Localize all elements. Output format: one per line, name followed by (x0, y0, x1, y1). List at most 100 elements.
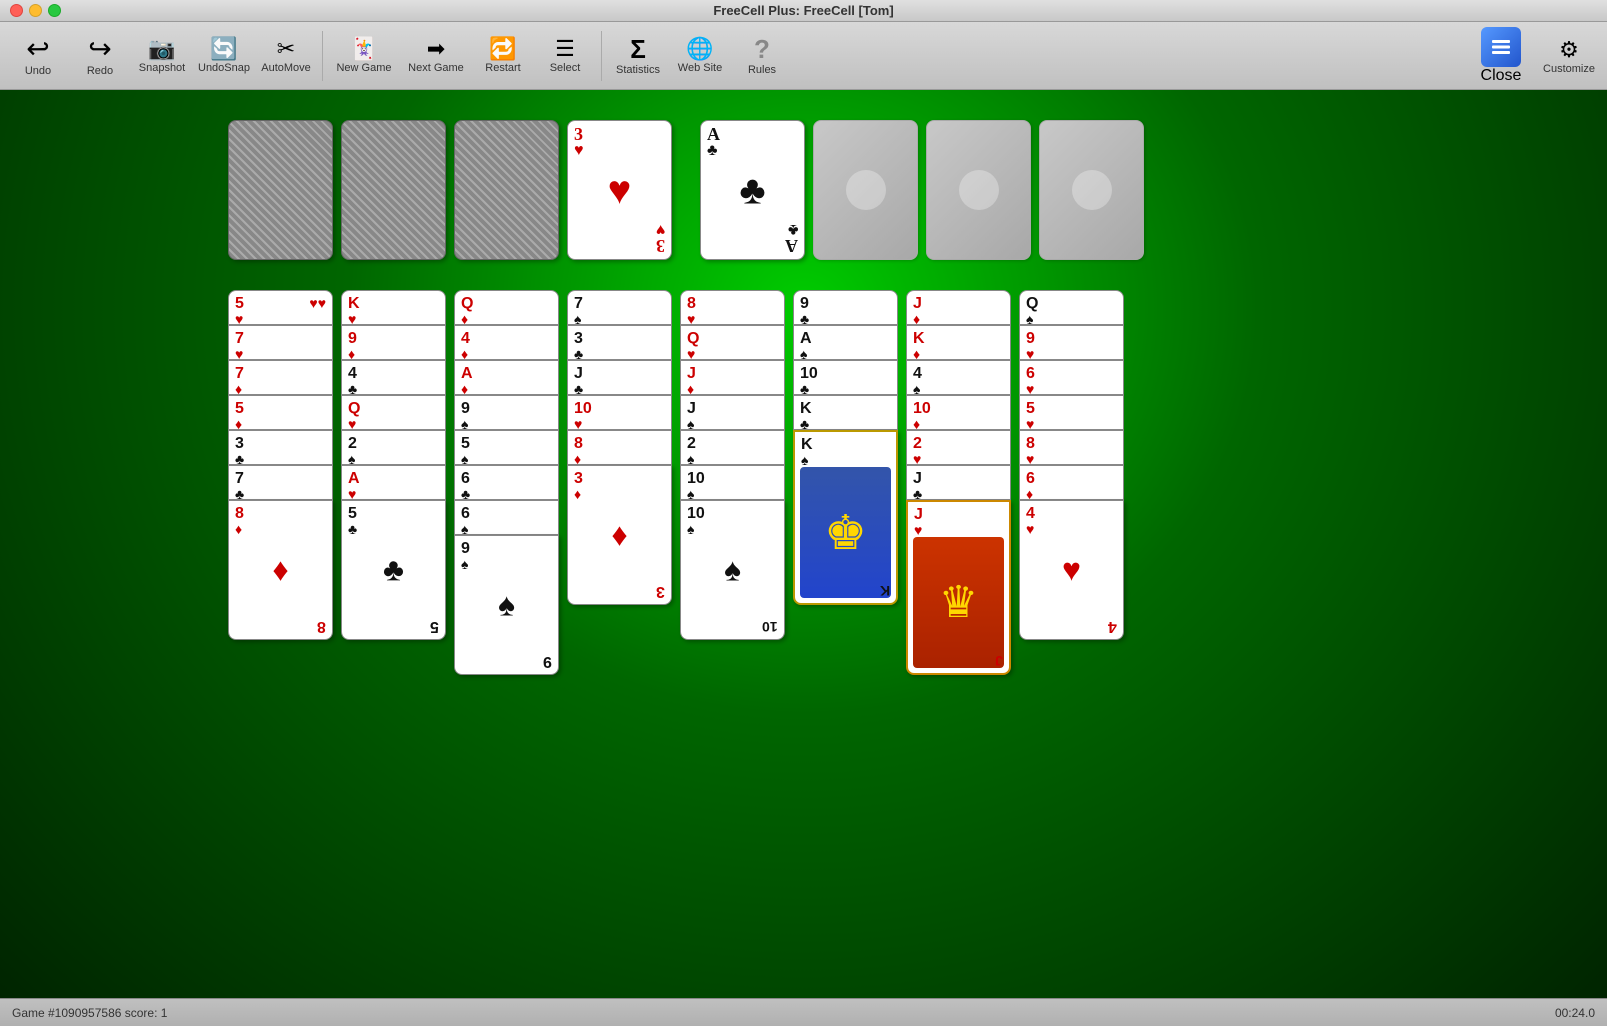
freecell-1[interactable] (228, 120, 333, 260)
undo-icon: ↩ (26, 35, 49, 63)
col2-card-3[interactable]: 4 ♣ (341, 360, 446, 395)
col3-card-5[interactable]: 5 ♠ (454, 430, 559, 465)
freecell-3[interactable] (454, 120, 559, 260)
col6-card-1[interactable]: 9 ♣ (793, 290, 898, 325)
maximize-traffic-light[interactable] (48, 4, 61, 17)
col7-card-5[interactable]: 2 ♥ (906, 430, 1011, 465)
col4-card-4[interactable]: 10 ♥ (567, 395, 672, 430)
col1-card-2[interactable]: 7 ♥ (228, 325, 333, 360)
col1-card-6[interactable]: 7 ♣ (228, 465, 333, 500)
col1-card-4[interactable]: 5 ♦ (228, 395, 333, 430)
undosnap-button[interactable]: 🔄 UndoSnap (194, 27, 254, 85)
col6-card-5[interactable]: K ♠ ♚ K (793, 430, 898, 605)
col2-card-5[interactable]: 2 ♠ (341, 430, 446, 465)
col8-card-1[interactable]: Q ♠ (1019, 290, 1124, 325)
col3-card-7[interactable]: 6 ♠ (454, 500, 559, 535)
col3-card-1[interactable]: Q ♦ (454, 290, 559, 325)
col2-card-1[interactable]: K ♥ (341, 290, 446, 325)
snapshot-button[interactable]: 📷 Snapshot (132, 27, 192, 85)
col5-card-4[interactable]: J ♠ (680, 395, 785, 430)
card-center: ♥ (608, 167, 632, 214)
undo-button[interactable]: ↩ Undo (8, 27, 68, 85)
col2-card-2[interactable]: 9 ♦ (341, 325, 446, 360)
column-6: 9 ♣ A ♠ 10 ♣ K ♣ K ♠ (793, 290, 898, 690)
column-3: Q ♦ 4 ♦ A ♦ 9 ♠ 5 ♠ (454, 290, 559, 690)
close-button[interactable]: Close (1467, 27, 1535, 85)
col3-card-4[interactable]: 9 ♠ (454, 395, 559, 430)
foundation-1-card[interactable]: A ♣ ♣ A ♣ (700, 120, 805, 260)
window-title: FreeCell Plus: FreeCell [Tom] (713, 3, 893, 18)
col5-card-7[interactable]: 10 ♠ 10 ♠ (680, 500, 785, 640)
toolbar: ↩ Undo ↪ Redo 📷 Snapshot 🔄 UndoSnap ✂ Au… (0, 22, 1607, 90)
foundation-2[interactable] (813, 120, 918, 260)
rules-button[interactable]: ? Rules (732, 27, 792, 85)
card-suit-tl: ♥ (574, 143, 584, 159)
col1-card-1[interactable]: 5 ♥ ♥♥ (228, 290, 333, 325)
new-game-button[interactable]: 🃏 New Game (329, 27, 399, 85)
col1-card-5[interactable]: 3 ♣ (228, 430, 333, 465)
col7-card-4[interactable]: 10 ♦ (906, 395, 1011, 430)
col5-card-5[interactable]: 2 ♠ (680, 430, 785, 465)
col7-card-6[interactable]: J ♣ (906, 465, 1011, 500)
col8-card-6[interactable]: 6 ♦ (1019, 465, 1124, 500)
col1-card-7[interactable]: 8 ♦ 8 ♦ (228, 500, 333, 640)
minimize-traffic-light[interactable] (29, 4, 42, 17)
col8-card-2[interactable]: 9 ♥ (1019, 325, 1124, 360)
col3-card-3[interactable]: A ♦ (454, 360, 559, 395)
col7-card-3[interactable]: 4 ♠ (906, 360, 1011, 395)
col5-card-1[interactable]: 8 ♥ (680, 290, 785, 325)
col8-card-4[interactable]: 5 ♥ (1019, 395, 1124, 430)
restart-button[interactable]: 🔁 Restart (473, 27, 533, 85)
col2-card-4[interactable]: Q ♥ (341, 395, 446, 430)
column-4: 7 ♠ 3 ♣ J ♣ 10 ♥ 8 ♦ (567, 290, 672, 690)
col4-card-2[interactable]: 3 ♣ (567, 325, 672, 360)
website-button[interactable]: 🌐 Web Site (670, 27, 730, 85)
customize-icon: ⚙ (1559, 37, 1579, 63)
rules-label: Rules (748, 64, 776, 76)
freecell-2[interactable] (341, 120, 446, 260)
column-2: K ♥ 9 ♦ 4 ♣ Q ♥ 2 ♠ (341, 290, 446, 690)
statistics-icon: Σ (630, 36, 646, 62)
card-value-tl: 3 (574, 125, 583, 143)
col2-card-7[interactable]: 5 ♣ 5 ♣ (341, 500, 446, 640)
card-value-br: 3 (656, 237, 665, 255)
foundation-4[interactable] (1039, 120, 1144, 260)
select-icon: ☰ (555, 38, 575, 60)
col6-card-4[interactable]: K ♣ (793, 395, 898, 430)
col7-card-1[interactable]: J ♦ (906, 290, 1011, 325)
col6-card-3[interactable]: 10 ♣ (793, 360, 898, 395)
newgame-icon: 🃏 (350, 38, 377, 60)
redo-button[interactable]: ↪ Redo (70, 27, 130, 85)
col4-card-3[interactable]: J ♣ (567, 360, 672, 395)
col6-card-2[interactable]: A ♠ (793, 325, 898, 360)
customize-button[interactable]: ⚙ Customize (1539, 27, 1599, 85)
col7-card-2[interactable]: K ♦ (906, 325, 1011, 360)
col4-card-6[interactable]: 3 ♦ 3 ♦ (567, 465, 672, 605)
foundations: A ♣ ♣ A ♣ (700, 120, 1144, 260)
automove-button[interactable]: ✂ AutoMove (256, 27, 316, 85)
col4-card-5[interactable]: 8 ♦ (567, 430, 672, 465)
columns: 5 ♥ ♥♥ 7 ♥ 7 ♦ 5 ♦ 3 ♣ (228, 290, 1124, 690)
foundation-3[interactable] (926, 120, 1031, 260)
col7-card-7[interactable]: J ♥ ♛ J (906, 500, 1011, 675)
col8-card-5[interactable]: 8 ♥ (1019, 430, 1124, 465)
col2-card-6[interactable]: A ♥ (341, 465, 446, 500)
select-button[interactable]: ☰ Select (535, 27, 595, 85)
col5-card-6[interactable]: 10 ♠ (680, 465, 785, 500)
col1-card-3[interactable]: 7 ♦ (228, 360, 333, 395)
close-traffic-light[interactable] (10, 4, 23, 17)
statistics-button[interactable]: Σ Statistics (608, 27, 668, 85)
select-label: Select (550, 62, 581, 74)
col8-card-3[interactable]: 6 ♥ (1019, 360, 1124, 395)
next-game-button[interactable]: ➡ Next Game (401, 27, 471, 85)
separator-2 (601, 31, 602, 81)
freecell-4-card[interactable]: 3 ♥ ♥ 3 ♥ (567, 120, 672, 260)
col3-card-2[interactable]: 4 ♦ (454, 325, 559, 360)
game-area: 3 ♥ ♥ 3 ♥ A ♣ ♣ A ♣ 5 (0, 90, 1607, 996)
col4-card-1[interactable]: 7 ♠ (567, 290, 672, 325)
col5-card-3[interactable]: J ♦ (680, 360, 785, 395)
col3-card-6[interactable]: 6 ♣ (454, 465, 559, 500)
col5-card-2[interactable]: Q ♥ (680, 325, 785, 360)
col8-card-7[interactable]: 4 ♥ 4 ♥ (1019, 500, 1124, 640)
col3-card-8[interactable]: 9 ♠ 9 ♠ (454, 535, 559, 675)
